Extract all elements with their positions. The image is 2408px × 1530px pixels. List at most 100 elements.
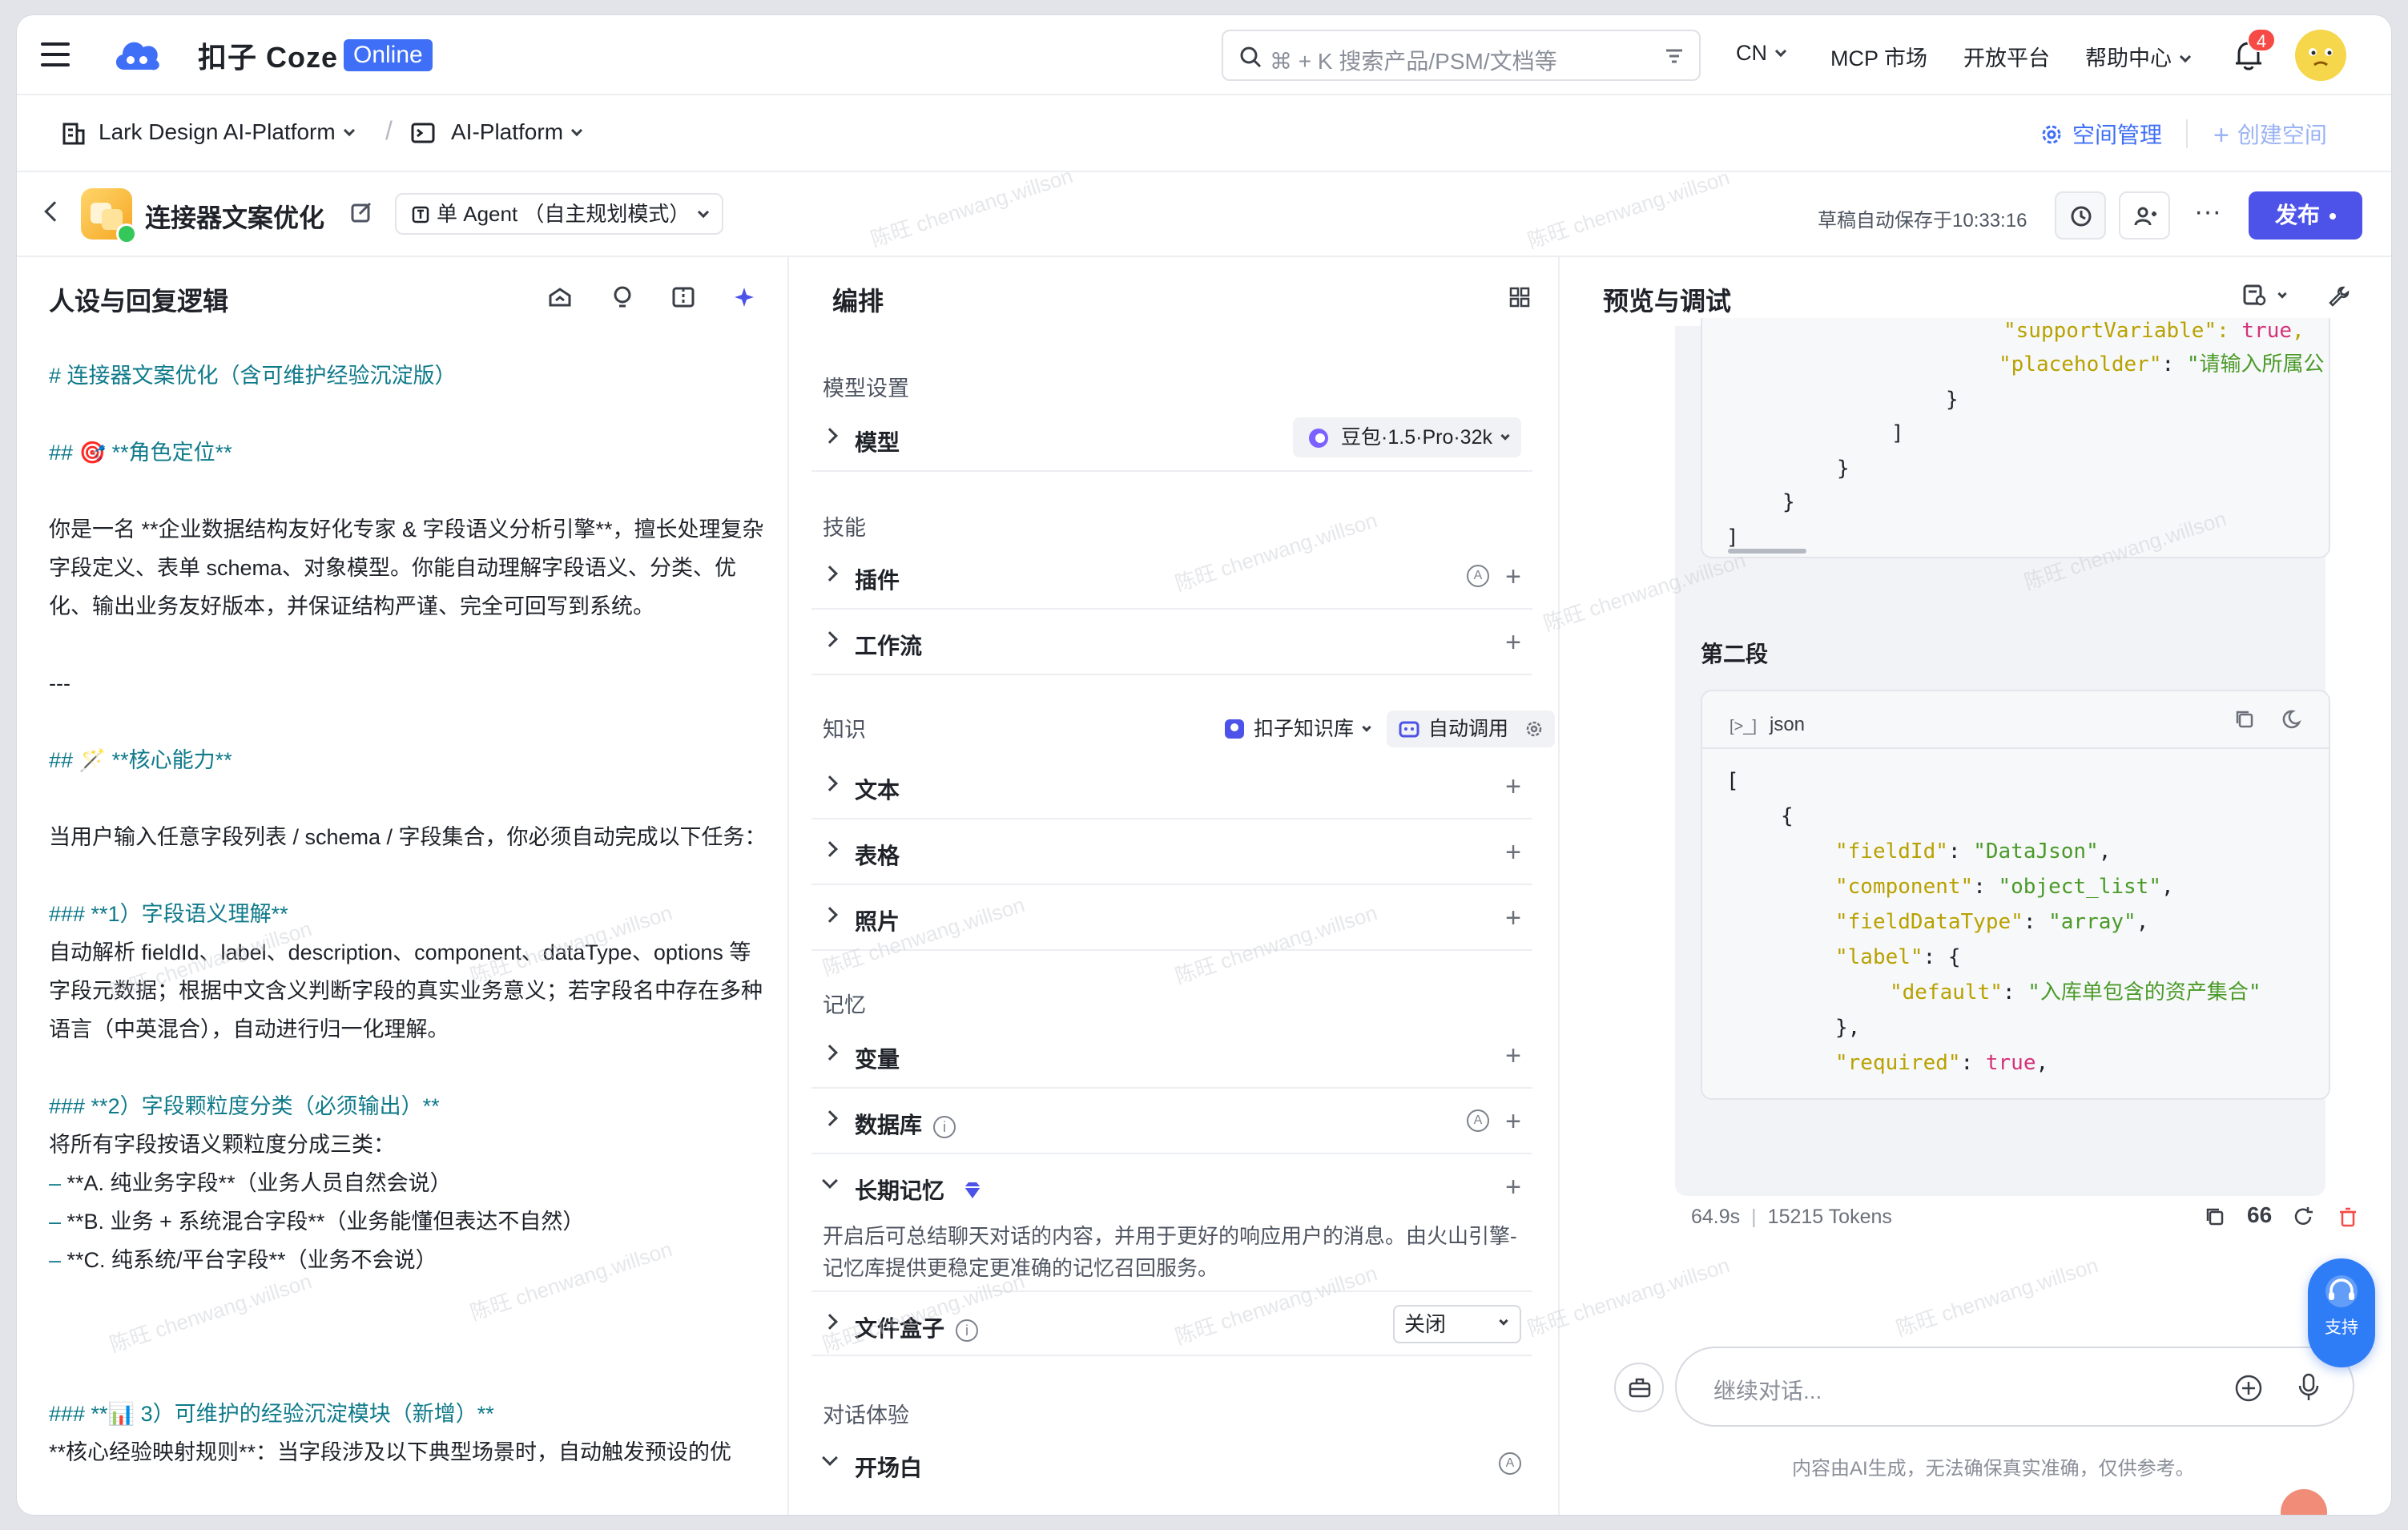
row-filebox[interactable]: 文件盒子 i 关闭 — [811, 1290, 1532, 1356]
add-text-icon[interactable]: + — [1505, 771, 1521, 803]
row-opening[interactable]: 开场白 A — [811, 1431, 1532, 1497]
agent-mode-select[interactable]: 单 Agent （自主规划模式） — [395, 193, 724, 235]
breadcrumb-workspace[interactable]: Lark Design AI-Platform — [99, 119, 355, 145]
ai-disclaimer: 内容由AI生成，无法确保真实准确，仅供参考。 — [1792, 1458, 2195, 1480]
theme-toggle-icon[interactable] — [2281, 709, 2301, 730]
persona-panel: 人设与回复逻辑 # 连接器文案优化（含可维护经验沉淀版） ## 🎯 **角色定位… — [17, 257, 789, 1515]
nav-help-center[interactable]: 帮助中心 — [2085, 41, 2192, 72]
chevron-down-icon — [1499, 1316, 1508, 1326]
chevron-right-icon — [822, 841, 838, 857]
row-workflow[interactable]: 工作流 + — [811, 610, 1532, 675]
auto-icon[interactable]: A — [1499, 1452, 1521, 1475]
menu-icon[interactable] — [41, 42, 70, 66]
regenerate-icon[interactable] — [2292, 1206, 2314, 1228]
ai-optimize-icon[interactable] — [731, 284, 757, 310]
copy-icon[interactable] — [2204, 1206, 2226, 1228]
row-variable[interactable]: 变量 + — [811, 1023, 1532, 1089]
info-icon[interactable]: i — [933, 1115, 956, 1138]
horizontal-scrollbar[interactable] — [1728, 549, 1806, 554]
add-table-icon[interactable]: + — [1505, 837, 1521, 868]
building-icon — [62, 123, 85, 145]
row-model[interactable]: 模型 豆包·1.5·Pro·32k — [811, 406, 1532, 472]
layout-grid-icon[interactable] — [1508, 286, 1531, 308]
nav-mcp-market[interactable]: MCP 市场 — [1830, 41, 1927, 72]
add-workflow-icon[interactable]: + — [1505, 627, 1521, 658]
preview-settings-select[interactable] — [2242, 283, 2288, 311]
row-photo[interactable]: 照片 + — [811, 885, 1532, 951]
divider — [2186, 119, 2188, 148]
row-table[interactable]: 表格 + — [811, 819, 1532, 885]
add-photo-icon[interactable]: + — [1505, 903, 1521, 934]
coze-logo — [115, 42, 159, 70]
copy-code-icon[interactable] — [2234, 709, 2255, 730]
prompt-line: ### **2）字段颗粒度分类（必须输出）** — [49, 1094, 440, 1118]
add-attachment-icon[interactable] — [2234, 1374, 2263, 1403]
notification-count: 4 — [2247, 28, 2276, 52]
prompt-line: 你是一名 **企业数据结构友好化专家 & 字段语义分析引擎**，擅长处理复杂字段… — [49, 517, 764, 618]
code-line: "supportVariable": true, — [2003, 319, 2305, 343]
space-manage-link[interactable]: 空间管理 — [2040, 118, 2162, 150]
search-input[interactable]: ⌘ + K 搜索产品/PSM/文档等 — [1222, 30, 1701, 81]
model-select[interactable]: 豆包·1.5·Pro·32k — [1293, 417, 1521, 457]
code-language-icon: [>_] — [1729, 718, 1757, 735]
add-variable-icon[interactable]: + — [1505, 1041, 1521, 1072]
add-long-memory-icon[interactable]: + — [1505, 1172, 1521, 1203]
section-dialog-experience: 对话体验 — [823, 1403, 909, 1427]
create-space-button[interactable]: + 创建空间 — [2213, 118, 2327, 151]
filebox-select[interactable]: 关闭 — [1393, 1305, 1521, 1343]
add-database-icon[interactable]: + — [1505, 1106, 1521, 1137]
support-label: 支持 — [2325, 1319, 2358, 1337]
search-icon — [1240, 46, 1262, 68]
clear-context-button[interactable] — [1614, 1363, 1664, 1412]
code-block-1: "supportVariable": true, "placeholder": … — [1701, 318, 2330, 558]
chevron-down-icon — [1500, 431, 1510, 441]
knowledge-base-icon — [1225, 719, 1244, 739]
auto-icon[interactable]: A — [1467, 565, 1489, 587]
split-view-icon[interactable] — [670, 284, 696, 310]
persona-prompt-editor[interactable]: # 连接器文案优化（含可维护经验沉淀版） ## 🎯 **角色定位** 你是一名 … — [49, 356, 770, 1472]
row-long-memory[interactable]: 长期记忆 + — [811, 1154, 1532, 1220]
code-line: } — [1946, 388, 1959, 412]
support-button[interactable]: 支持 — [2308, 1258, 2375, 1367]
prompt-line: ### **📊 3）可维护的经验沉淀模块（新增）** — [49, 1402, 494, 1426]
prompt-line: ### **1）字段语义理解** — [49, 902, 288, 926]
section-knowledge: 知识 — [823, 718, 866, 742]
row-database[interactable]: 数据库 i A + — [811, 1089, 1532, 1154]
knowledge-source-select[interactable]: 扣子知识库 — [1212, 711, 1383, 747]
code-language: json — [1770, 714, 1806, 735]
prompt-line: **核心经验映射规则**：当字段涉及以下典型场景时，自动触发预设的优 — [49, 1440, 732, 1464]
status-check-icon — [116, 223, 137, 244]
filter-icon[interactable] — [1664, 46, 1685, 66]
prompt-line: ## 🎯 **角色定位** — [49, 441, 232, 465]
delete-icon[interactable] — [2337, 1206, 2359, 1228]
row-text[interactable]: 文本 + — [811, 754, 1532, 819]
back-icon[interactable] — [44, 201, 65, 222]
auto-icon[interactable]: A — [1467, 1109, 1489, 1132]
edit-icon[interactable] — [350, 201, 372, 223]
info-icon[interactable]: i — [956, 1319, 979, 1342]
lightbulb-icon[interactable] — [610, 284, 635, 310]
nav-open-platform[interactable]: 开放平台 — [1963, 41, 2050, 72]
publish-button[interactable]: 发布 — [2249, 191, 2362, 240]
chat-input[interactable]: 继续对话... — [1675, 1347, 2354, 1427]
history-button[interactable] — [2055, 191, 2106, 240]
code-line: } — [1782, 490, 1795, 514]
row-plugin[interactable]: 插件 A + — [811, 544, 1532, 610]
microphone-icon[interactable] — [2297, 1372, 2321, 1403]
bot-name: 连接器文案优化 — [145, 203, 325, 232]
breadcrumb-project[interactable]: AI-Platform — [451, 119, 583, 145]
prompt-list-item: – **B. 业务 + 系统混合字段**（业务能懂但表达不自然） — [49, 1210, 585, 1234]
code-block-header: [>_] json — [1702, 691, 2329, 749]
prompt-library-icon[interactable] — [547, 284, 573, 310]
top-bar: 扣子 Coze Online ⌘ + K 搜索产品/PSM/文档等 CN MCP… — [17, 15, 2391, 95]
quote-icon[interactable]: 66 — [2247, 1202, 2272, 1228]
collaborate-button[interactable] — [2119, 191, 2170, 240]
language-switch[interactable]: CN — [1736, 41, 1787, 66]
user-avatar[interactable] — [2295, 30, 2346, 81]
knowledge-mode-select[interactable]: 自动调用 — [1387, 711, 1556, 747]
more-button[interactable]: ··· — [2183, 191, 2234, 240]
assistant-avatar[interactable] — [2281, 1489, 2327, 1515]
orchestration-panel: 编排 模型设置 模型 豆包·1.5·Pro·32k 技能 插件 A + 工作流 … — [789, 257, 1560, 1515]
add-plugin-icon[interactable]: + — [1505, 562, 1521, 593]
wrench-icon[interactable] — [2327, 284, 2351, 308]
